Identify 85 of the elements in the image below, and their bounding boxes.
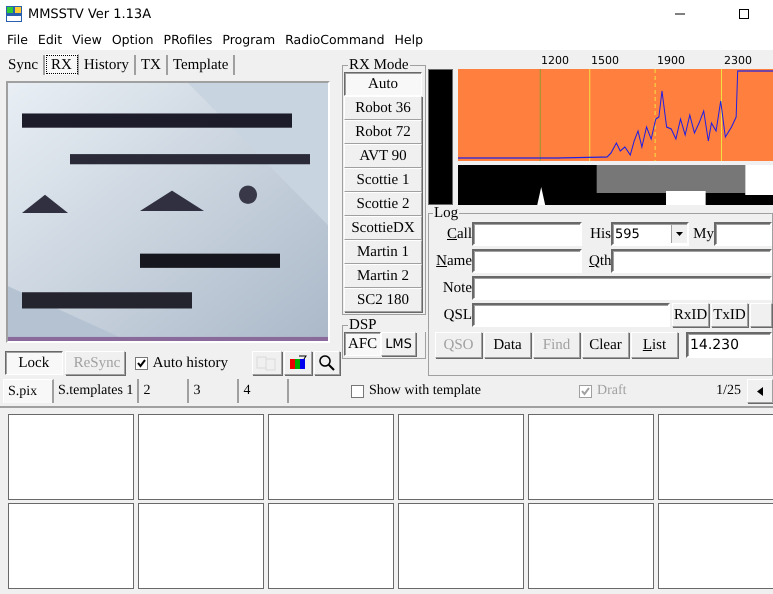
- menu-item[interactable]: Edit: [32, 32, 68, 46]
- dsp-button[interactable]: LMS: [381, 332, 416, 356]
- menu-item[interactable]: Option: [106, 32, 159, 46]
- log-button[interactable]: Clear: [582, 332, 629, 358]
- auto-history-checkbox[interactable]: Auto history: [134, 354, 228, 372]
- qsl-field[interactable]: [472, 303, 670, 328]
- lock-button[interactable]: Lock: [5, 351, 63, 375]
- tab[interactable]: 4: [239, 379, 290, 403]
- log-button[interactable]: List: [631, 332, 678, 358]
- app-icon: [6, 6, 22, 22]
- note-field[interactable]: [472, 276, 772, 300]
- mode-button[interactable]: Robot 72: [344, 120, 422, 144]
- mode-button[interactable]: Martin 2: [344, 264, 422, 288]
- menu-item[interactable]: RadioCommand: [280, 32, 390, 46]
- thumbnail-slot[interactable]: [8, 414, 134, 500]
- tab[interactable]: S.templates 1: [54, 379, 140, 403]
- field-label: His: [589, 226, 611, 243]
- tab[interactable]: TX: [136, 55, 168, 75]
- search-icon[interactable]: [318, 354, 336, 372]
- menu-item[interactable]: Help: [390, 32, 428, 46]
- thumbnail-slot[interactable]: [528, 414, 654, 500]
- tab[interactable]: 3: [189, 379, 240, 403]
- id-button[interactable]: TxID: [711, 303, 748, 328]
- axis-tick: 2300: [724, 54, 752, 67]
- previous-button[interactable]: [747, 379, 773, 403]
- thumbnail-slot[interactable]: [398, 414, 524, 500]
- tab[interactable]: RX: [45, 54, 79, 75]
- thumbnail-slot[interactable]: [268, 503, 394, 589]
- menu-item[interactable]: File: [2, 32, 33, 46]
- field-label: My: [692, 226, 714, 243]
- field-label: Qth: [589, 252, 611, 270]
- mode-button[interactable]: Scottie 1: [344, 168, 422, 192]
- page-counter: 1/25: [716, 383, 741, 399]
- caret-icon[interactable]: [676, 232, 683, 236]
- group-title: Log: [433, 205, 460, 222]
- tab[interactable]: History: [78, 55, 136, 75]
- axis-tick: 1500: [591, 54, 619, 67]
- tool-button[interactable]: [314, 351, 340, 375]
- tab[interactable]: S.pix: [3, 379, 54, 403]
- field-label: Call: [446, 226, 472, 243]
- axis-tick: 1900: [657, 54, 685, 67]
- name-field[interactable]: [472, 249, 582, 274]
- mode-button[interactable]: Martin 1: [344, 240, 422, 264]
- my-field[interactable]: [714, 222, 772, 246]
- thumbnail-slot[interactable]: [8, 503, 134, 589]
- frequency-field[interactable]: 14.230: [686, 332, 772, 358]
- id-button[interactable]: RxID: [672, 303, 710, 328]
- thumbnail-slot[interactable]: [398, 503, 524, 589]
- show-template-checkbox[interactable]: Show with template: [351, 383, 481, 399]
- mode-button[interactable]: ScottieDX: [344, 216, 422, 240]
- check-icon: [580, 386, 591, 396]
- mode-button[interactable]: Robot 36: [344, 96, 422, 120]
- axis-tick: 1200: [541, 54, 569, 67]
- thumbnail-slot[interactable]: [138, 503, 264, 589]
- tool-button[interactable]: [284, 351, 312, 375]
- color-bars-icon[interactable]: [288, 355, 308, 371]
- mode-button[interactable]: AVT 90: [344, 144, 422, 168]
- qth-field[interactable]: [611, 249, 772, 274]
- tab[interactable]: 2: [139, 379, 190, 403]
- thumbnail-slot[interactable]: [528, 503, 654, 589]
- thumbnail-slot[interactable]: [658, 503, 773, 589]
- field-label: Note: [442, 280, 472, 297]
- window-title: MMSSTV Ver 1.13A: [28, 6, 152, 22]
- menu-item[interactable]: Program: [217, 32, 280, 46]
- check-icon: [136, 358, 147, 368]
- thumbnail-slot[interactable]: [658, 414, 773, 500]
- mode-button[interactable]: Auto: [344, 72, 422, 96]
- tab[interactable]: Template: [168, 55, 236, 75]
- abc-button[interactable]: [750, 303, 772, 328]
- left-arrow-icon[interactable]: [757, 386, 763, 396]
- menu-item[interactable]: PRofiles: [158, 32, 218, 46]
- mode-button[interactable]: Scottie 2: [344, 192, 422, 216]
- thumbnail-slot[interactable]: [138, 414, 264, 500]
- field-label: Name: [435, 252, 472, 270]
- log-button[interactable]: Data: [484, 332, 531, 358]
- mode-button[interactable]: SC2 180: [344, 288, 422, 312]
- thumbnail-slot[interactable]: [268, 414, 394, 500]
- menu-item[interactable]: View: [67, 32, 107, 46]
- field-label: QSL: [442, 306, 472, 324]
- maximize-icon[interactable]: [738, 8, 750, 20]
- dsp-button[interactable]: AFC: [344, 332, 382, 356]
- minimize-icon[interactable]: [674, 13, 686, 15]
- group-title: RX Mode: [348, 58, 410, 72]
- call-field[interactable]: [472, 222, 582, 246]
- his-combo[interactable]: 595: [611, 222, 689, 246]
